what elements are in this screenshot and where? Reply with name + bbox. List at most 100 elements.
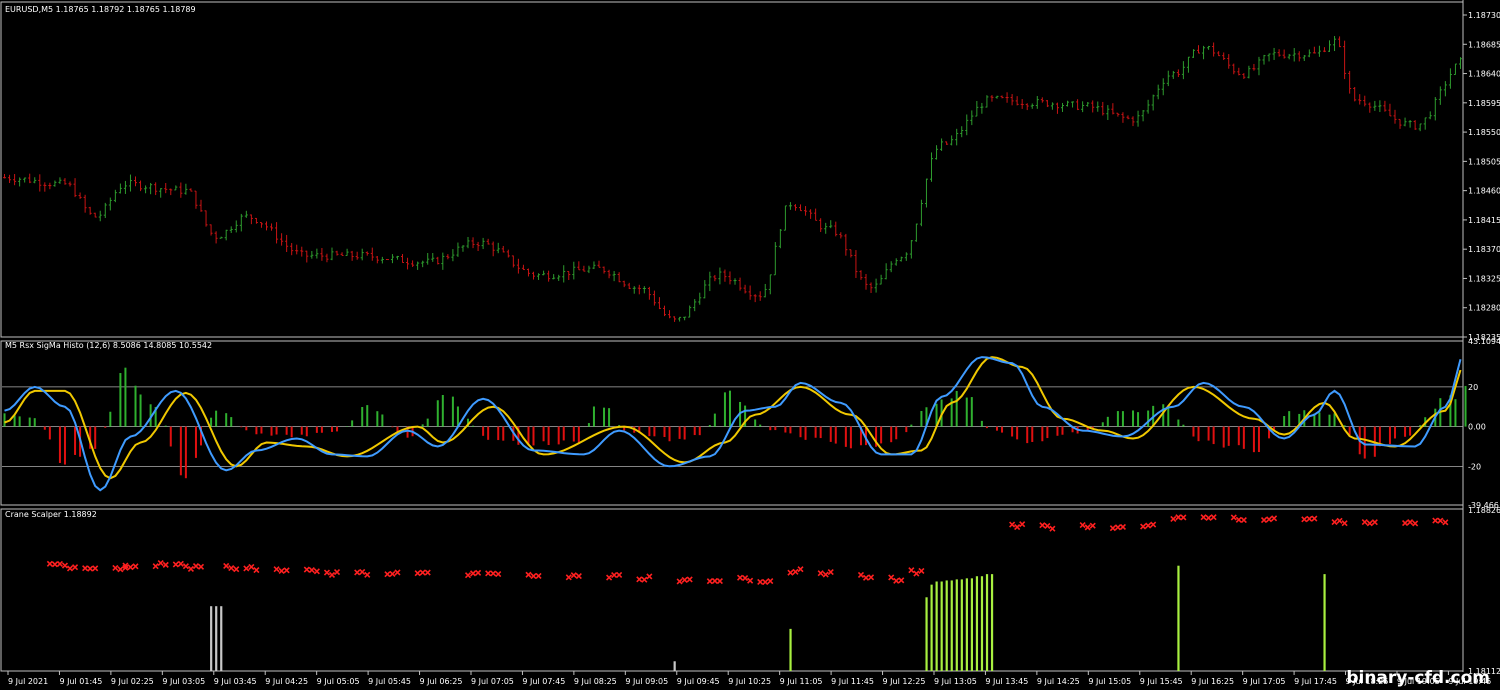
histogram-bar bbox=[1116, 411, 1119, 427]
histogram-bar bbox=[179, 426, 182, 476]
cross-marker bbox=[711, 577, 718, 584]
histogram-bar bbox=[1227, 426, 1230, 446]
signal-bar-gray bbox=[210, 606, 213, 671]
histogram-bar bbox=[260, 426, 263, 434]
cross-marker bbox=[56, 560, 64, 567]
watermark: binary-cfd.com bbox=[1346, 668, 1490, 688]
histogram-bar bbox=[320, 426, 323, 433]
histogram-bar bbox=[668, 426, 671, 442]
cross-marker bbox=[641, 576, 648, 583]
price-header: EURUSD,M5 1.18765 1.18792 1.18765 1.1878… bbox=[5, 5, 196, 14]
time-tick-label: 9 Jul 10:25 bbox=[728, 677, 771, 686]
histogram-bar bbox=[472, 425, 475, 427]
signal-bar-green bbox=[980, 576, 984, 671]
panel-frames bbox=[0, 0, 1464, 672]
signal-bar-green bbox=[985, 574, 989, 671]
crane-scalper-panel[interactable]: 1.188261.18112 bbox=[46, 506, 1500, 676]
histogram-bar bbox=[391, 426, 394, 428]
histogram-bar bbox=[920, 410, 923, 427]
cross-marker bbox=[1140, 523, 1147, 530]
cross-marker bbox=[1084, 524, 1091, 531]
histogram-bar bbox=[1283, 416, 1286, 427]
trading-chart[interactable]: 1.18730 1.18685 1.18640 1.18595 1.18550 1.185… bbox=[0, 0, 1500, 690]
time-tick-label: 9 Jul 05:45 bbox=[368, 677, 411, 686]
histogram-bar bbox=[814, 426, 817, 438]
cross-marker bbox=[893, 577, 900, 584]
signal-bar-green bbox=[935, 581, 938, 671]
cross-marker bbox=[1442, 519, 1449, 526]
price-tick-label: 1.18325 bbox=[1468, 274, 1500, 283]
histogram-bar bbox=[104, 426, 107, 428]
histogram-bar bbox=[557, 426, 560, 445]
histogram-bar bbox=[708, 424, 711, 427]
cross-marker bbox=[359, 568, 366, 575]
cross-marker bbox=[1240, 516, 1247, 524]
time-tick-label: 9 Jul 11:45 bbox=[831, 677, 874, 686]
histogram-bar bbox=[366, 405, 369, 427]
signal-fast-line bbox=[4, 356, 1462, 492]
histogram-bar bbox=[33, 418, 36, 427]
cross-marker bbox=[792, 568, 799, 575]
histogram-bar bbox=[330, 426, 333, 432]
histogram-bar bbox=[829, 426, 832, 442]
histogram-bar bbox=[94, 426, 97, 449]
cross-marker bbox=[46, 560, 53, 567]
cross-marker bbox=[182, 563, 189, 570]
histogram-bar bbox=[290, 426, 293, 438]
oscillator-panel[interactable]: 43.1094200.00-20-39.466 bbox=[2, 337, 1500, 510]
cross-marker bbox=[162, 561, 169, 568]
time-tick-label: 9 Jul 15:45 bbox=[1140, 677, 1183, 686]
time-tick-label: 9 Jul 02:25 bbox=[111, 677, 154, 686]
histogram-bar bbox=[1167, 407, 1170, 427]
cross-marker bbox=[606, 574, 613, 581]
histogram-bar bbox=[1106, 416, 1109, 427]
signal-bar-green bbox=[955, 579, 958, 671]
cross-marker bbox=[283, 567, 290, 574]
cross-marker bbox=[822, 571, 829, 578]
cross-marker bbox=[303, 566, 310, 573]
cross-marker bbox=[867, 574, 875, 581]
histogram-bar bbox=[995, 426, 998, 431]
histogram-bar bbox=[497, 426, 500, 441]
histogram-bar bbox=[1147, 410, 1150, 427]
histogram-bar bbox=[819, 426, 822, 439]
cross-marker bbox=[646, 573, 653, 580]
histogram-bar bbox=[441, 394, 444, 427]
cross-marker bbox=[228, 565, 235, 572]
histogram-bar bbox=[804, 426, 807, 440]
time-tick-label: 9 Jul 13:45 bbox=[985, 677, 1028, 686]
cross-marker bbox=[787, 569, 794, 576]
histogram-bar bbox=[1046, 426, 1049, 439]
price-panel[interactable]: 1.18730 1.18685 1.18640 1.18595 1.18550 1.185… bbox=[3, 11, 1500, 342]
histogram-bar bbox=[3, 413, 6, 427]
histogram-bar bbox=[1464, 385, 1467, 427]
cross-marker bbox=[313, 568, 320, 575]
histogram-bar bbox=[713, 413, 716, 427]
cross-marker bbox=[1079, 521, 1086, 529]
time-axis: 9 Jul 2021 9 Jul 01:45 9 Jul 02:25 9 Jul 03… bbox=[7, 671, 1491, 686]
time-tick-label: 9 Jul 14:25 bbox=[1037, 677, 1080, 686]
signal-bar-green bbox=[925, 597, 928, 671]
histogram-bar bbox=[184, 426, 187, 479]
cross-marker bbox=[248, 563, 255, 570]
cross-marker bbox=[1039, 522, 1046, 529]
histogram-bar bbox=[587, 423, 590, 427]
osc-tick-label: 20 bbox=[1468, 383, 1478, 392]
histogram-bar bbox=[542, 426, 545, 442]
price-tick-label: 1.18370 bbox=[1468, 245, 1500, 254]
histogram-bar bbox=[1177, 419, 1180, 427]
histogram-bar bbox=[754, 419, 757, 427]
histogram-bar bbox=[789, 426, 792, 434]
cross-marker bbox=[565, 574, 572, 581]
signal-bar-green bbox=[990, 574, 994, 671]
cross-marker bbox=[1145, 522, 1152, 529]
histogram-bar bbox=[698, 426, 701, 436]
cross-marker bbox=[908, 567, 915, 574]
time-tick-label: 9 Jul 16:25 bbox=[1191, 677, 1234, 686]
cross-marker bbox=[827, 569, 834, 576]
time-tick-label: 9 Jul 2021 bbox=[8, 677, 48, 686]
histogram-bar bbox=[376, 411, 379, 427]
osc-tick-label: 43.1094 bbox=[1468, 337, 1500, 346]
histogram-bar bbox=[502, 426, 505, 441]
cross-marker bbox=[278, 567, 285, 575]
